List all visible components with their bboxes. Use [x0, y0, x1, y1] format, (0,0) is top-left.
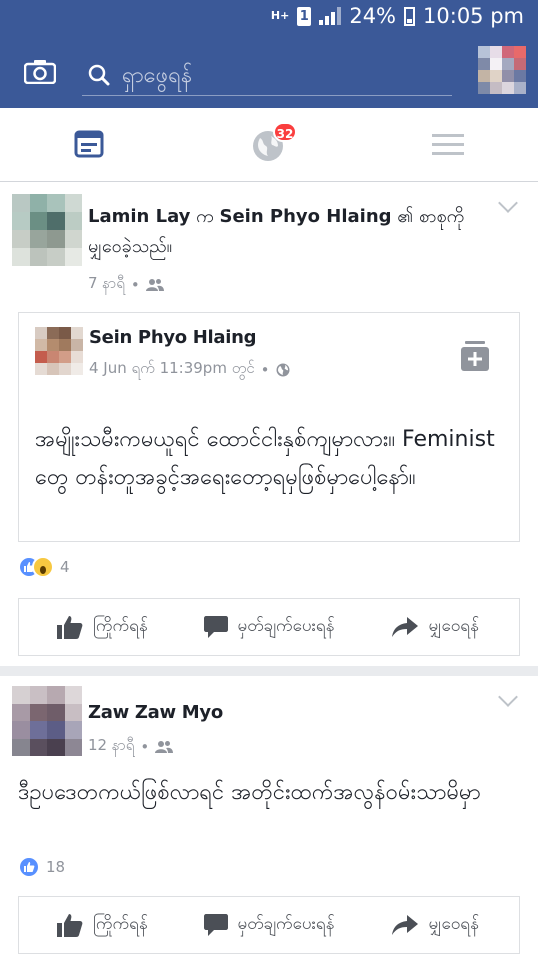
news-feed-icon — [74, 130, 104, 158]
post-actions: ကြိုက်ရန် မှတ်ချက်ပေးရန် မျှဝေရန် — [18, 896, 520, 954]
tab-notifications[interactable] — [218, 108, 318, 182]
friends-icon — [145, 279, 164, 291]
comment-label: မှတ်ချက်ပေးရန် — [237, 615, 335, 636]
target-name[interactable]: Sein Phyo Hlaing — [219, 206, 391, 227]
top-bar: ရှာဖွေရန် — [0, 36, 538, 108]
wow-reaction-icon — [32, 556, 54, 578]
network-type: H+ — [270, 9, 290, 22]
battery-icon — [404, 6, 416, 26]
reactions-summary[interactable]: 4 — [18, 556, 70, 578]
like-label: ကြိုက်ရန် — [92, 615, 148, 636]
author-name[interactable]: Zaw Zaw Myo — [88, 702, 223, 723]
post-meta: 12 နာရီ • — [88, 736, 174, 758]
chevron-down-icon[interactable] — [498, 193, 518, 213]
post-text: ဒီဥပဒေတကယ်ဖြစ်လာရင် အတိုင်းထက်အလွန်ဝမ်းသ… — [18, 780, 481, 805]
comment-icon — [203, 616, 228, 638]
search-input[interactable]: ရှာဖွေရန် — [82, 54, 452, 96]
share-label: မျှဝေရန် — [428, 615, 479, 636]
thumbs-up-icon — [56, 914, 83, 937]
like-button[interactable]: ကြိုက်ရန် — [19, 897, 186, 953]
notifications-badge: 32 — [273, 122, 297, 142]
shared-author-name[interactable]: Sein Phyo Hlaing — [89, 327, 257, 348]
comment-button[interactable]: မှတ်ချက်ပေးရန် — [186, 897, 353, 953]
shared-post-text: အမျိုးသမီးကမယူရင် ထောင်ငါးနှစ်ကျမှာလား။ … — [35, 427, 495, 490]
tab-bar — [0, 108, 538, 182]
shared-meta: 4 Jun ရက် 11:39pm တွင် • — [89, 359, 290, 381]
shared-time[interactable]: 4 Jun ရက် 11:39pm တွင် — [89, 359, 255, 381]
reactions-summary[interactable]: 18 — [18, 856, 65, 878]
battery-percent: 24% — [349, 4, 397, 28]
like-button[interactable]: ကြိုက်ရန် — [19, 599, 186, 655]
shared-post[interactable]: Sein Phyo Hlaing 4 Jun ရက် 11:39pm တွင် … — [18, 312, 520, 542]
post-headline: Lamin Lay က Sein Phyo Hlaing ၏ စာစုကို မ… — [88, 202, 488, 262]
search-icon — [88, 64, 110, 90]
avatar[interactable] — [35, 327, 83, 375]
like-reaction-icon — [18, 856, 40, 878]
share-label: မျှဝေရန် — [428, 913, 479, 934]
separator-dot: • — [260, 361, 270, 379]
actor-name[interactable]: Lamin Lay — [88, 206, 190, 227]
post-time[interactable]: 12 နာရီ — [88, 736, 134, 758]
globe-icon — [276, 363, 289, 377]
chevron-down-icon[interactable] — [498, 687, 518, 707]
post-meta: 7 နာရီ • — [88, 274, 164, 296]
share-icon — [392, 915, 419, 935]
separator-dot: • — [140, 738, 150, 756]
post-card: Zaw Zaw Myo 12 နာရီ • ဒီဥပဒေတကယ်ဖြစ်လာရင… — [0, 676, 538, 960]
friends-icon — [155, 741, 174, 753]
status-bar: H+ 1 24% 10:05 pm — [0, 0, 538, 36]
like-label: ကြိုက်ရန် — [92, 913, 148, 934]
clock: 10:05 pm — [423, 4, 524, 28]
share-button[interactable]: မျှဝေရန် — [352, 897, 519, 953]
tab-menu[interactable] — [398, 108, 498, 182]
save-icon[interactable] — [461, 341, 489, 375]
share-icon — [392, 617, 419, 637]
post-time[interactable]: 7 နာရီ — [88, 274, 125, 296]
share-button[interactable]: မျှဝေရန် — [352, 599, 519, 655]
signal-icon — [319, 7, 342, 25]
sim-icon: 1 — [297, 6, 312, 26]
comment-button[interactable]: မှတ်ချက်ပေးရန် — [186, 599, 353, 655]
menu-icon — [432, 134, 464, 155]
separator-dot: • — [130, 276, 140, 294]
camera-icon[interactable] — [23, 60, 57, 85]
avatar[interactable] — [12, 194, 82, 266]
reaction-count: 4 — [60, 558, 70, 576]
comment-label: မှတ်ချက်ပေးရန် — [237, 913, 335, 934]
profile-avatar[interactable] — [478, 46, 526, 94]
comment-icon — [203, 914, 228, 936]
post-actions: ကြိုက်ရန် မှတ်ချက်ပေးရန် မျှဝေရန် — [18, 598, 520, 656]
tab-news-feed[interactable] — [40, 108, 140, 182]
search-placeholder: ရှာဖွေရန် — [122, 63, 193, 88]
reaction-count: 18 — [46, 858, 66, 876]
thumbs-up-icon — [56, 616, 83, 639]
post-card: Lamin Lay က Sein Phyo Hlaing ၏ စာစုကို မ… — [0, 182, 538, 666]
verb-text: က — [190, 206, 220, 227]
avatar[interactable] — [12, 686, 82, 756]
